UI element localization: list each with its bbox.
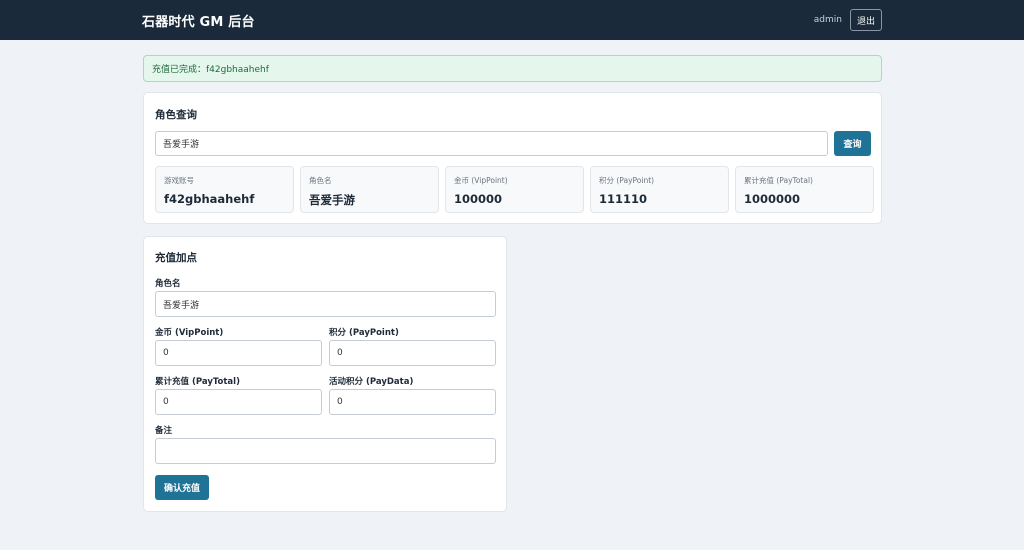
pay-data-input[interactable]: 0: [329, 389, 496, 415]
stat-value: f42gbhaahehf: [164, 192, 255, 206]
vip-point-label: 金币 (VipPoint): [155, 328, 224, 338]
stat-role-name: 角色名 吾爱手游: [300, 166, 439, 213]
recharge-title: 充值加点: [155, 252, 197, 264]
role-name-label: 角色名: [155, 279, 181, 289]
stat-value: 100000: [454, 192, 503, 206]
role-query-card: 角色查询 吾爱手游 查询 游戏账号 f42gbhaahehf 角色名 吾爱手游 …: [143, 92, 882, 224]
stat-label: 累计充值 (PayTotal): [744, 176, 813, 185]
role-stats: 游戏账号 f42gbhaahehf 角色名 吾爱手游 金币 (VipPoint)…: [155, 166, 874, 213]
pay-total-label: 累计充值 (PayTotal): [155, 377, 240, 387]
role-name-input[interactable]: 吾爱手游: [155, 291, 496, 317]
app-title: 石器时代 GM 后台: [142, 14, 255, 30]
role-query-title: 角色查询: [155, 109, 197, 121]
stat-label: 积分 (PayPoint): [599, 176, 655, 185]
stat-pay-point: 积分 (PayPoint) 111110: [590, 166, 729, 213]
stat-label: 角色名: [309, 176, 332, 185]
stat-label: 金币 (VipPoint): [454, 176, 508, 185]
note-input[interactable]: [155, 438, 496, 464]
query-button[interactable]: 查询: [834, 131, 871, 156]
pay-point-input[interactable]: 0: [329, 340, 496, 366]
stat-account: 游戏账号 f42gbhaahehf: [155, 166, 294, 213]
success-alert: 充值已完成：f42gbhaahehf: [143, 55, 882, 82]
user-area: admin 退出: [814, 9, 882, 31]
stat-label: 游戏账号: [164, 176, 194, 185]
recharge-card: 充值加点 角色名 吾爱手游 金币 (VipPoint) 0 积分 (PayPoi…: [143, 236, 507, 512]
stat-vip-point: 金币 (VipPoint) 100000: [445, 166, 584, 213]
username: admin: [813, 15, 842, 25]
pay-data-label: 活动积分 (PayData): [329, 377, 414, 387]
role-search-input[interactable]: 吾爱手游: [155, 131, 828, 156]
stat-value: 1000000: [744, 192, 801, 206]
stat-pay-total: 累计充值 (PayTotal) 1000000: [735, 166, 874, 213]
vip-point-input[interactable]: 0: [155, 340, 322, 366]
stat-value: 111110: [599, 192, 648, 206]
pay-point-label: 积分 (PayPoint): [329, 328, 399, 338]
confirm-recharge-button[interactable]: 确认充值: [155, 475, 209, 500]
logout-button[interactable]: 退出: [849, 9, 882, 31]
note-label: 备注: [155, 426, 173, 436]
stat-value: 吾爱手游: [309, 193, 355, 207]
pay-total-input[interactable]: 0: [155, 389, 322, 415]
top-navbar: 石器时代 GM 后台 admin 退出: [0, 0, 1024, 40]
